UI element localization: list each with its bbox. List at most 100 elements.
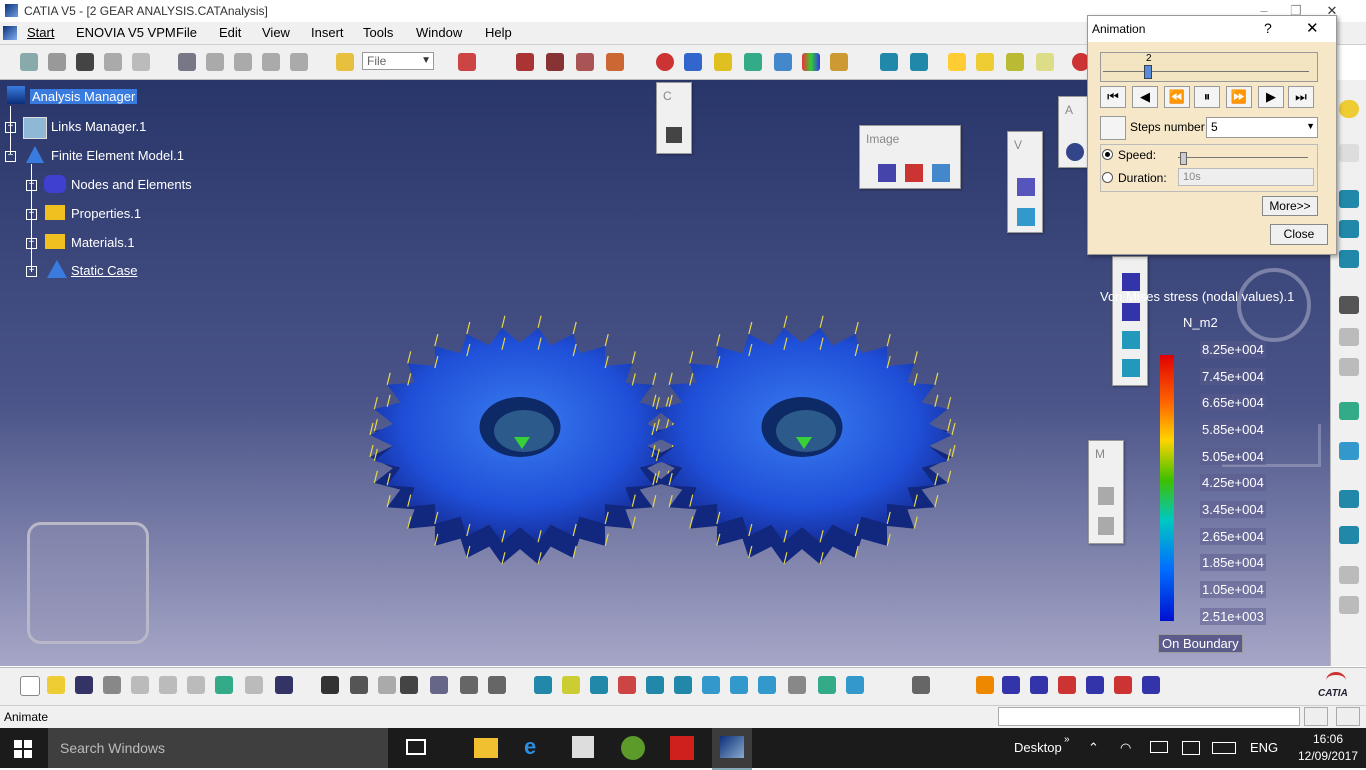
tool-icon[interactable] — [206, 53, 224, 71]
rotate-icon[interactable] — [618, 676, 636, 694]
keyboard-icon[interactable] — [1212, 742, 1236, 754]
undo-icon[interactable] — [215, 676, 233, 694]
more-button[interactable]: More>> — [1262, 196, 1318, 216]
zoom-out-icon[interactable] — [674, 676, 692, 694]
tool-icon[interactable] — [1339, 526, 1359, 544]
tree-finite-element-model[interactable]: Finite Element Model.1 — [51, 148, 184, 163]
speed-radio[interactable] — [1102, 149, 1113, 160]
expand-icon[interactable]: + — [26, 266, 37, 277]
tool-icon[interactable] — [1030, 676, 1048, 694]
language-indicator[interactable]: ENG — [1250, 740, 1278, 755]
tree-links-manager[interactable]: Links Manager.1 — [51, 119, 146, 134]
open-folder-icon[interactable] — [47, 676, 65, 694]
collapse-icon[interactable]: − — [5, 151, 16, 162]
print-icon[interactable] — [103, 676, 121, 694]
new-file-icon[interactable] — [20, 676, 40, 696]
tool-icon[interactable] — [1339, 328, 1359, 346]
close-dialog-button[interactable]: ✕ — [1306, 19, 1319, 37]
tool-icon[interactable] — [1339, 402, 1359, 420]
zoom-in-icon[interactable] — [646, 676, 664, 694]
tool-icon[interactable] — [1122, 331, 1140, 349]
tool-icon[interactable] — [948, 53, 966, 71]
table-icon[interactable] — [400, 676, 418, 694]
play-backward-button[interactable]: ⏪ — [1164, 86, 1190, 108]
tool-icon[interactable] — [576, 53, 594, 71]
tool-icon[interactable] — [1036, 53, 1054, 71]
pan-icon[interactable] — [590, 676, 608, 694]
tool-icon[interactable] — [802, 53, 820, 71]
tool-icon[interactable] — [1339, 442, 1359, 460]
tool-icon[interactable] — [606, 53, 624, 71]
tree-properties[interactable]: Properties.1 — [71, 206, 141, 221]
menu-window[interactable]: Window — [416, 25, 462, 40]
menu-insert[interactable]: Insert — [311, 25, 344, 40]
tool-icon[interactable] — [714, 53, 732, 71]
help-button[interactable]: ? — [1264, 20, 1272, 36]
tool-icon[interactable] — [378, 676, 396, 694]
overview-map[interactable] — [27, 522, 149, 644]
save-icon[interactable] — [75, 676, 93, 694]
swap-icon[interactable] — [846, 676, 864, 694]
file-combo[interactable]: File ▼ — [362, 52, 434, 70]
tool-icon[interactable] — [1339, 566, 1359, 584]
tree-nodes-and-elements[interactable]: Nodes and Elements — [71, 177, 192, 192]
duration-radio[interactable] — [1102, 172, 1113, 183]
tool-icon[interactable] — [76, 53, 94, 71]
image-tool-icon[interactable] — [932, 164, 950, 182]
close-button[interactable]: Close — [1270, 224, 1328, 245]
step-back-button[interactable]: ◀ — [1132, 86, 1158, 108]
select-arrow-icon[interactable] — [1339, 144, 1359, 162]
tool-icon[interactable] — [1142, 676, 1160, 694]
document-icon[interactable] — [3, 26, 17, 40]
copy-icon[interactable] — [159, 676, 177, 694]
tool-icon[interactable] — [656, 53, 674, 71]
command-input[interactable] — [998, 707, 1300, 726]
menu-edit[interactable]: Edit — [219, 25, 241, 40]
catia-taskbar-icon[interactable] — [712, 728, 752, 770]
normal-view-icon[interactable] — [702, 676, 720, 694]
tool-icon[interactable] — [1339, 490, 1359, 508]
view-tool-icon[interactable] — [1017, 178, 1035, 196]
on-boundary-label[interactable]: On Boundary — [1158, 634, 1243, 653]
duration-input[interactable]: 10s — [1178, 168, 1314, 186]
tree-static-case[interactable]: Static Case — [71, 263, 137, 278]
expand-icon[interactable]: + — [26, 238, 37, 249]
tool-icon[interactable] — [912, 676, 930, 694]
steps-number-select[interactable]: 5 ▼ — [1206, 117, 1318, 138]
desktop-toolbar[interactable]: Desktop — [1014, 740, 1062, 755]
menu-start[interactable]: Start — [27, 25, 54, 40]
speed-slider-thumb[interactable] — [1180, 152, 1187, 165]
tool-icon[interactable] — [976, 53, 994, 71]
iso-view-icon[interactable] — [758, 676, 776, 694]
tool-icon[interactable] — [744, 53, 762, 71]
fit-all-icon[interactable] — [562, 676, 580, 694]
file-explorer-icon[interactable] — [474, 738, 498, 758]
image-tool-icon[interactable] — [878, 164, 896, 182]
pause-button[interactable]: ⏸ — [1194, 86, 1220, 108]
tool-icon[interactable] — [516, 53, 534, 71]
tree-analysis-manager[interactable]: Analysis Manager — [30, 89, 138, 104]
tool-icon[interactable] — [1339, 250, 1359, 268]
play-forward-button[interactable]: ⏩ — [1226, 86, 1252, 108]
tool-icon[interactable] — [132, 53, 150, 71]
menu-enovia[interactable]: ENOVIA V5 VPM — [76, 25, 176, 40]
tool-icon[interactable] — [1086, 676, 1104, 694]
tool-icon[interactable] — [1339, 190, 1359, 208]
tool-icon[interactable] — [1339, 220, 1359, 238]
tool-icon[interactable] — [1339, 596, 1359, 614]
chevron-icon[interactable]: » — [1064, 734, 1070, 745]
paste-icon[interactable] — [187, 676, 205, 694]
tool-icon[interactable] — [178, 53, 196, 71]
acrobat-icon[interactable] — [670, 736, 694, 760]
tool-icon[interactable] — [460, 676, 478, 694]
task-view-icon[interactable] — [406, 739, 426, 755]
clock-date[interactable]: 12/09/2017 — [1296, 749, 1360, 763]
status-button[interactable] — [1336, 707, 1360, 726]
tool-icon[interactable] — [262, 53, 280, 71]
tool-icon[interactable] — [458, 53, 476, 71]
tool-icon[interactable] — [1058, 676, 1076, 694]
last-frame-button[interactable]: ⏭ — [1288, 86, 1314, 108]
store-icon[interactable] — [572, 736, 594, 758]
tool-icon[interactable] — [1098, 487, 1114, 505]
tool-icon[interactable] — [1006, 53, 1024, 71]
